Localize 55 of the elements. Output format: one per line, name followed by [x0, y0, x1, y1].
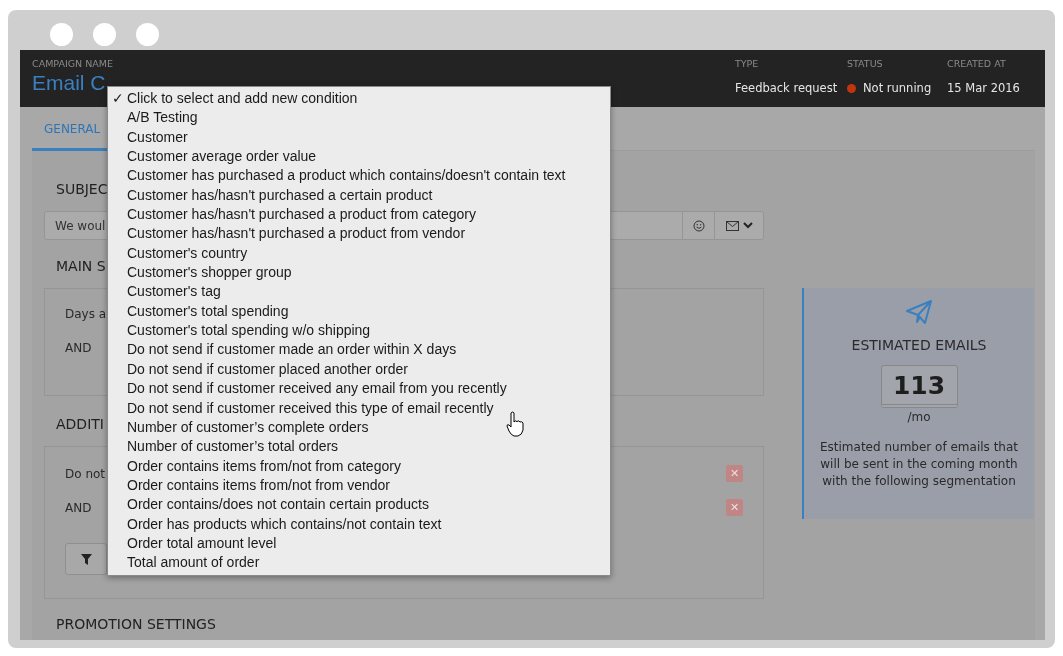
status-dot — [847, 83, 856, 93]
menu-item[interactable]: Number of customer’s complete orders — [108, 417, 610, 438]
menu-item[interactable]: Customer has purchased a product which contains/doesn't contain text — [108, 166, 610, 186]
meta-label: STATUS — [847, 58, 884, 69]
condition-text: Do not — [65, 466, 106, 481]
menu-item[interactable]: Do not send if customer received this type of email recently — [108, 398, 610, 418]
window-dot[interactable] — [50, 23, 73, 46]
campaign-name: Email C — [32, 71, 106, 95]
menu-item[interactable]: Order contains items from/not from category — [108, 456, 610, 476]
check-icon: ✓ — [108, 89, 127, 109]
envelope-icon — [725, 220, 739, 231]
estimate-note: Estimated number of emails that will be sent in the coming month with the following segmentation — [819, 439, 1019, 490]
condition-text: Days a — [65, 307, 107, 321]
meta-label: CREATED AT — [947, 58, 1007, 69]
meta-value: Not running — [863, 81, 932, 95]
hand-cursor-icon — [506, 411, 526, 437]
caret-icon — [742, 222, 753, 229]
menu-item[interactable]: Order contains items from/not from vendor — [108, 475, 610, 496]
count-unit: /mo — [907, 410, 931, 424]
menu-item[interactable]: Customer's total spending — [108, 301, 610, 322]
menu-item[interactable]: ✓ Click to select and add new condition — [108, 89, 610, 109]
paper-plane-icon — [906, 300, 932, 325]
condition-text: AND — [65, 341, 92, 355]
menu-item[interactable]: Customer's country — [108, 243, 610, 264]
filter-icon — [80, 553, 92, 565]
menu-item[interactable]: Order contains/does not contain certain products — [108, 495, 610, 515]
menu-item[interactable]: Customer has/hasn't purchased a certain product — [108, 185, 610, 206]
section-label: MAIN S — [56, 258, 106, 274]
subject-value: We woul — [55, 218, 106, 233]
menu-item[interactable]: Customer has/hasn't purchased a product from vendor — [108, 224, 610, 244]
menu-item[interactable]: Do not send if customer received any email from you recently — [108, 379, 610, 399]
menu-item[interactable]: Customer's shopper group — [108, 263, 610, 283]
menu-item[interactable]: Number of customer’s total orders — [108, 437, 610, 457]
section-label: SUBJEC — [56, 181, 108, 197]
menu-item[interactable]: Customer's total spending w/o shipping — [108, 321, 610, 341]
estimate-title: ESTIMATED EMAILS — [851, 337, 987, 353]
meta-value: Feedback request — [735, 81, 838, 95]
meta-label: TYPE — [735, 58, 760, 69]
section-label: PROMOTION SETTINGS — [56, 616, 216, 632]
meta-value: 15 Mar 2016 — [947, 81, 1020, 95]
menu-item[interactable]: Customer's tag — [108, 282, 610, 302]
window-dot[interactable] — [136, 23, 159, 46]
window-dot[interactable] — [93, 23, 116, 46]
menu-item[interactable]: Total amount of order — [108, 553, 610, 573]
section-label: ADDITI — [56, 416, 104, 432]
menu-item[interactable]: Customer has/hasn't purchased a product from category — [108, 205, 610, 225]
menu-item[interactable]: Do not send if customer placed another order — [108, 359, 610, 380]
menu-item[interactable]: Order total amount level — [108, 533, 610, 554]
menu-item[interactable]: Order has products which contains/not contain text — [108, 514, 610, 534]
filter-button[interactable] — [65, 543, 107, 575]
condition-text: AND — [65, 500, 92, 515]
smiley-icon — [692, 219, 705, 232]
campaign-label: CAMPAIGN NAME — [32, 58, 114, 69]
email-count: 113 — [880, 365, 958, 408]
menu-item[interactable]: Do not send if customer made an order within X days — [108, 340, 610, 360]
